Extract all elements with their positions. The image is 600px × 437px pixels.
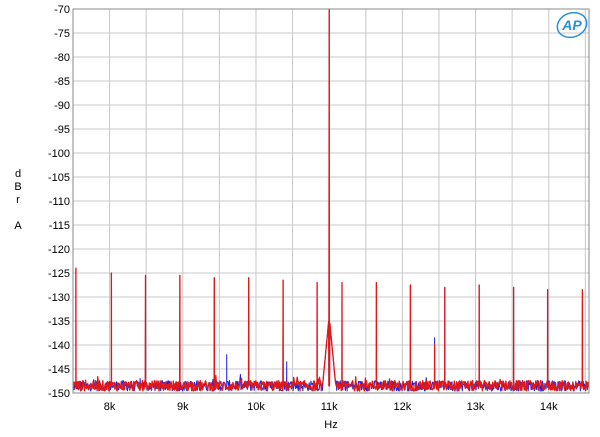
y-tick-label: -105 bbox=[48, 172, 70, 184]
y-tick-label: -100 bbox=[48, 148, 70, 160]
y-tick-label: -95 bbox=[54, 124, 70, 136]
y-tick-label: -80 bbox=[54, 52, 70, 64]
y-tick-label: -140 bbox=[48, 340, 70, 352]
y-tick-label: -120 bbox=[48, 244, 70, 256]
y-axis-label: dBr A bbox=[14, 168, 22, 232]
spectrum-chart: -70 -75 -80 -85 -90 -95 -100 -105 -110 -115 -120 -1… bbox=[14, 4, 590, 431]
y-tick-label: -75 bbox=[54, 28, 70, 40]
x-tick-label: 11k bbox=[321, 401, 338, 413]
y-tick-label: -150 bbox=[48, 388, 70, 400]
y-axis-label-char: B bbox=[14, 181, 21, 193]
x-tick-label: 10k bbox=[247, 401, 265, 413]
x-tick-label: 9k bbox=[177, 401, 189, 413]
y-axis-label-char: r bbox=[16, 194, 20, 206]
x-tick-label: 13k bbox=[467, 401, 485, 413]
x-tick-labels: 8k 9k 10k 11k 12k 13k 14k bbox=[104, 401, 558, 413]
y-tick-label: -145 bbox=[48, 364, 70, 376]
y-tick-label: -130 bbox=[48, 292, 70, 304]
ap-logo: AP bbox=[556, 11, 588, 39]
y-tick-label: -85 bbox=[54, 76, 70, 88]
y-tick-label: -110 bbox=[49, 196, 70, 208]
y-tick-labels: -70 -75 -80 -85 -90 -95 -100 -105 -110 -115 -120 -1… bbox=[48, 4, 70, 400]
y-tick-label: -90 bbox=[54, 100, 70, 112]
y-tick-label: -70 bbox=[54, 4, 70, 16]
y-axis-label-char: A bbox=[14, 220, 22, 232]
y-tick-label: -135 bbox=[48, 316, 70, 328]
x-tick-label: 14k bbox=[540, 401, 558, 413]
x-tick-label: 12k bbox=[393, 401, 411, 413]
logo-text: AP bbox=[561, 17, 582, 33]
y-axis-label-char: d bbox=[15, 168, 21, 180]
series-layer bbox=[72, 8, 590, 392]
x-axis-label: Hz bbox=[324, 419, 337, 431]
y-tick-label: -115 bbox=[49, 220, 70, 232]
series-2-line bbox=[72, 8, 590, 392]
x-tick-label: 8k bbox=[104, 401, 116, 413]
y-tick-label: -125 bbox=[48, 268, 70, 280]
